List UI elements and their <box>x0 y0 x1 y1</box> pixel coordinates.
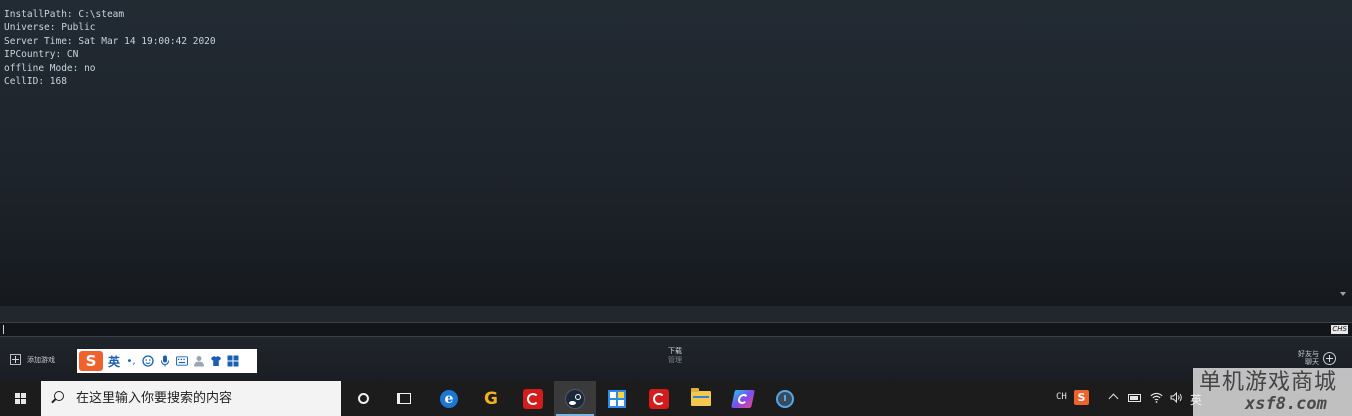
g-app-icon: G <box>484 388 498 409</box>
downloads-button[interactable]: 下载 管理 <box>652 347 698 365</box>
add-game-button[interactable]: 添加游戏 <box>10 354 55 365</box>
power-app-icon <box>776 389 794 408</box>
scroll-down-arrow-icon[interactable] <box>1340 292 1346 296</box>
friends-chat-button[interactable]: 好友与 聊天 <box>1298 350 1336 366</box>
wifi-icon[interactable] <box>1150 392 1163 406</box>
site-watermark: 单机游戏商城 xsf8.com <box>1193 368 1352 416</box>
console-line-install-path: InstallPath: C:\steam <box>4 9 125 20</box>
downloads-title: 下载 <box>668 347 682 355</box>
taskbar-app-netease-music[interactable] <box>512 381 554 416</box>
taskbar-app-edge[interactable]: e <box>428 381 470 416</box>
edge-icon: e <box>440 389 458 408</box>
folder-icon <box>691 388 711 406</box>
console-log: InstallPath: C:\steam Universe: Public S… <box>4 8 216 88</box>
keyboard-icon[interactable] <box>176 355 189 367</box>
skin-shirt-icon[interactable] <box>210 355 222 367</box>
netease-music-icon <box>523 388 543 409</box>
add-friend-icon <box>1323 351 1336 365</box>
text-caret <box>3 325 4 334</box>
steam-console-output: InstallPath: C:\steam Universe: Public S… <box>0 0 1352 306</box>
taskbar-app-g[interactable]: G <box>470 381 512 416</box>
user-icon[interactable] <box>193 355 205 367</box>
add-game-label: 添加游戏 <box>27 355 55 364</box>
plus-box-icon <box>10 354 21 365</box>
gaming-platform-icon <box>731 389 755 408</box>
console-divider <box>0 306 1352 322</box>
microphone-icon[interactable] <box>159 355 171 367</box>
sogou-tray-icon[interactable]: S <box>1074 390 1089 405</box>
cortana-button[interactable] <box>342 381 384 416</box>
input-method-indicator[interactable]: CH <box>1056 392 1067 402</box>
punctuation-icon[interactable]: •, <box>125 355 137 367</box>
steam-bottom-bar: 添加游戏 S 英 •, 下载 管理 好友与 聊天 <box>0 337 1352 381</box>
downloads-status: 管理 <box>668 356 682 364</box>
windows-taskbar: 在这里输入你要搜索的内容 e G CH S 英 <box>0 381 1352 416</box>
watermark-url: xsf8.com <box>1245 394 1327 414</box>
netease-music-icon <box>649 388 669 409</box>
toolbox-grid-icon[interactable] <box>227 355 239 367</box>
windows-logo-icon <box>14 393 26 404</box>
friends-chat-label: 好友与 聊天 <box>1298 350 1319 366</box>
input-language-indicator: CHS <box>1331 325 1348 334</box>
taskbar-app-file-explorer[interactable] <box>680 381 722 416</box>
sogou-ime-toolbar[interactable]: S 英 •, <box>77 349 257 373</box>
friends-label-line-2: 聊天 <box>1305 358 1319 366</box>
console-line-server-time: Server Time: Sat Mar 14 19:00:42 2020 <box>4 35 216 47</box>
taskbar-app-board[interactable] <box>596 381 638 416</box>
search-icon <box>54 391 64 401</box>
show-hidden-icons-chevron-icon[interactable] <box>1108 393 1119 404</box>
console-line-ip-country: IPCountry: CN <box>4 49 79 61</box>
sogou-logo-icon[interactable]: S <box>79 351 103 371</box>
cortana-circle-icon <box>357 393 369 404</box>
console-line-cell-id: CellID: 168 <box>4 76 67 88</box>
ime-mode-toggle[interactable]: 英 <box>108 353 120 370</box>
taskbar-app-gaming[interactable] <box>722 381 764 416</box>
battery-icon[interactable] <box>1128 394 1141 402</box>
console-line-offline-mode: offline Mode: no <box>4 62 96 74</box>
watermark-title: 单机游戏商城 <box>1199 370 1338 395</box>
taskbar-app-steam[interactable] <box>554 381 596 416</box>
taskbar-search-box[interactable]: 在这里输入你要搜索的内容 <box>41 381 341 416</box>
friends-label-line-1: 好友与 <box>1298 350 1319 358</box>
start-button[interactable] <box>0 381 40 416</box>
console-command-input[interactable]: CHS <box>0 322 1352 337</box>
steam-icon <box>565 388 585 409</box>
task-view-button[interactable] <box>383 381 425 416</box>
task-view-icon <box>397 393 411 404</box>
volume-icon[interactable] <box>1170 391 1183 406</box>
taskbar-app-power[interactable] <box>764 381 806 416</box>
board-app-icon <box>608 389 626 408</box>
emoji-icon[interactable] <box>142 355 154 367</box>
console-line-universe: Universe: Public <box>4 22 96 34</box>
taskbar-app-netease-music-2[interactable] <box>638 381 680 416</box>
search-placeholder: 在这里输入你要搜索的内容 <box>76 391 233 406</box>
